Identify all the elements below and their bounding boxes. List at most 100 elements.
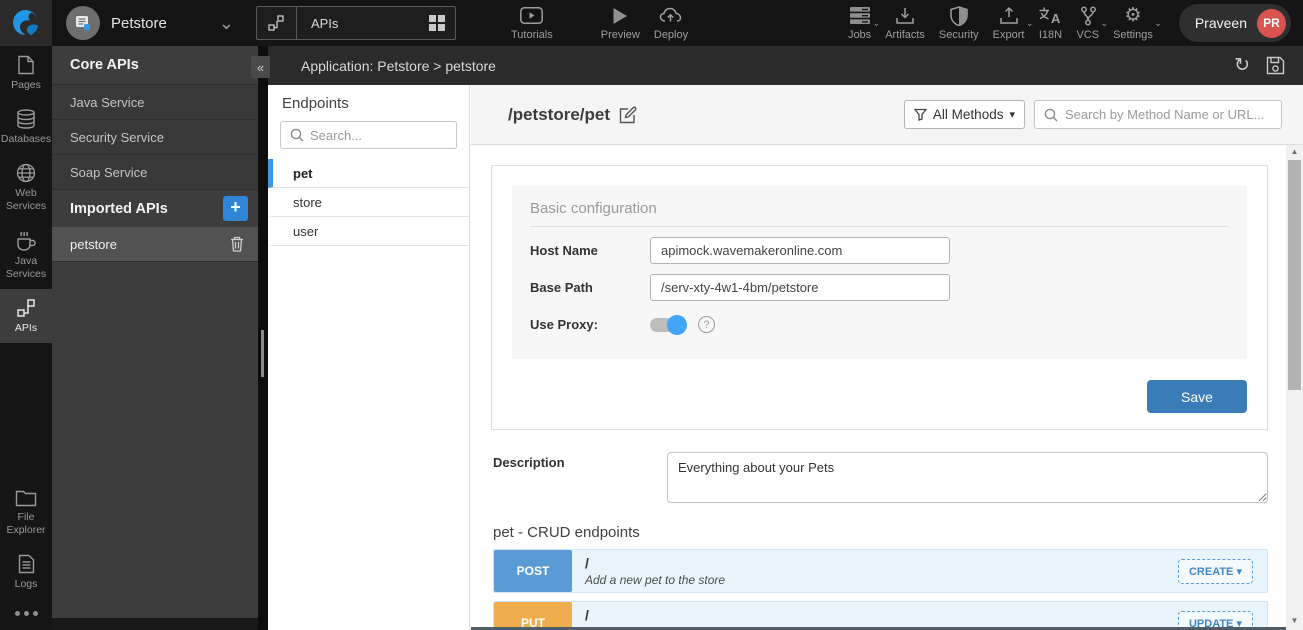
description-textarea[interactable]: Everything about your Pets [667, 452, 1268, 503]
base-path-field[interactable] [650, 274, 950, 301]
topbar-tools: Jobs ⌄ Artifacts Security Export [848, 6, 1153, 41]
crud-row-info: / Update an existing pet [572, 602, 1178, 630]
create-action-button[interactable]: CREATE ▾ [1178, 559, 1253, 584]
jobs-button[interactable]: Jobs ⌄ [848, 6, 871, 41]
trash-icon[interactable] [230, 236, 244, 252]
sidebar-item-java-services[interactable]: Java Services [0, 222, 52, 289]
crud-path: / [585, 555, 1178, 572]
main-panel: /petstore/pet All Methods ▾ Basic config… [471, 85, 1303, 630]
security-button[interactable]: Security [939, 6, 979, 41]
sidebar-footer [52, 618, 258, 630]
tutorials-button[interactable]: Tutorials [511, 6, 553, 41]
breadcrumb-actions: ↻ [1234, 56, 1285, 75]
sidebar-item-pages[interactable]: Pages [0, 46, 52, 100]
vertical-scrollbar[interactable]: ▲ ▼ [1286, 145, 1303, 630]
main-scroll-area: Basic configuration Host Name Base Path … [471, 145, 1286, 630]
chevron-down-icon: ⌄ [1154, 18, 1162, 29]
scroll-down-arrow[interactable]: ▼ [1286, 614, 1303, 628]
artifacts-button[interactable]: Artifacts [885, 6, 925, 41]
database-icon [16, 109, 36, 129]
sidebar-item-databases[interactable]: Databases [0, 100, 52, 154]
description-label: Description [493, 452, 667, 503]
scrollbar-thumb[interactable] [1288, 160, 1301, 390]
petstore-label: petstore [70, 237, 117, 252]
toggle-knob [667, 315, 687, 335]
chevron-down-icon: ⌄ [1101, 18, 1109, 29]
chevron-down-icon[interactable]: ⌄ [219, 14, 234, 32]
grid-icon[interactable] [429, 15, 445, 31]
databases-label: Databases [1, 133, 51, 146]
sidebar-item-web-services[interactable]: Web Services [0, 154, 52, 221]
endpoint-item-pet[interactable]: pet [268, 159, 469, 188]
use-proxy-label: Use Proxy: [530, 317, 650, 332]
workspace-selector[interactable]: APIs [256, 6, 456, 40]
sidebar-item-java-service[interactable]: Java Service [52, 85, 258, 120]
settings-button[interactable]: ⚙ Settings ⌄ [1113, 6, 1153, 41]
base-path-label: Base Path [530, 280, 650, 295]
wavemaker-logo[interactable] [0, 0, 52, 46]
crud-heading: pet - CRUD endpoints [493, 524, 1286, 541]
avatar: PR [1257, 9, 1286, 38]
logs-label: Logs [15, 578, 38, 591]
project-selector[interactable]: Petstore ⌄ [66, 6, 234, 40]
collapse-sidebar-button[interactable]: « [251, 56, 270, 78]
branch-icon [1078, 6, 1098, 26]
chevron-down-icon: ▾ [1236, 566, 1242, 578]
preview-button[interactable]: Preview [601, 6, 640, 41]
pages-label: Pages [11, 79, 41, 92]
methods-filter-dropdown[interactable]: All Methods ▾ [904, 100, 1025, 129]
rail-spacer [0, 343, 52, 480]
sidebar-item-apis[interactable]: APIs [0, 289, 52, 343]
help-icon[interactable]: ? [698, 316, 715, 333]
host-name-label: Host Name [530, 243, 650, 258]
endpoints-search[interactable] [280, 121, 457, 149]
apis-sidebar: Core APIs Java Service Security Service … [52, 46, 258, 630]
host-name-field[interactable] [650, 237, 950, 264]
api-nodes-icon [257, 7, 297, 39]
sidebar-item-file-explorer[interactable]: File Explorer [0, 480, 52, 545]
method-search[interactable] [1034, 100, 1282, 129]
deploy-button[interactable]: Deploy [654, 6, 688, 41]
sidebar-item-security-service[interactable]: Security Service [52, 120, 258, 155]
log-document-icon [18, 554, 35, 574]
description-row: Description Everything about your Pets [493, 452, 1268, 503]
edit-icon[interactable] [619, 106, 637, 124]
method-search-input[interactable] [1065, 107, 1272, 122]
user-menu[interactable]: Praveen PR [1179, 4, 1291, 42]
endpoints-search-input[interactable] [310, 128, 456, 143]
imported-apis-label: Imported APIs [70, 201, 168, 217]
more-icon[interactable] [0, 599, 52, 630]
preview-label: Preview [601, 29, 640, 41]
core-apis-header: Core APIs [52, 46, 258, 85]
use-proxy-toggle[interactable] [650, 318, 684, 332]
i18n-button[interactable]: A I18N [1038, 6, 1062, 41]
translate-icon: A [1038, 6, 1062, 26]
save-button[interactable]: Save [1147, 380, 1247, 413]
export-button[interactable]: Export ⌄ [993, 6, 1025, 41]
method-badge-post: POST [494, 550, 572, 592]
method-badge-put: PUT [494, 602, 572, 630]
scroll-up-arrow[interactable]: ▲ [1286, 145, 1303, 159]
user-name: Praveen [1195, 15, 1247, 31]
refresh-icon[interactable]: ↻ [1234, 56, 1250, 75]
sidebar-scrollbar-thumb[interactable] [261, 330, 264, 377]
deploy-label: Deploy [654, 29, 688, 41]
save-icon[interactable] [1266, 56, 1285, 75]
jobs-label: Jobs [848, 29, 871, 41]
crud-row-post[interactable]: POST / Add a new pet to the store CREATE… [493, 549, 1268, 593]
artifacts-label: Artifacts [885, 29, 925, 41]
sidebar-item-logs[interactable]: Logs [0, 545, 52, 599]
crud-row-put[interactable]: PUT / Update an existing pet UPDATE ▾ [493, 601, 1268, 630]
workspace-label: APIs [297, 16, 429, 31]
add-api-button[interactable]: + [223, 196, 248, 221]
sidebar-item-petstore[interactable]: petstore [52, 227, 258, 262]
app-window: Petstore ⌄ APIs Tutorials Preview [0, 0, 1303, 630]
export-label: Export [993, 29, 1025, 41]
endpoint-item-user[interactable]: user [268, 217, 469, 246]
endpoint-item-store[interactable]: store [268, 188, 469, 217]
vcs-button[interactable]: VCS ⌄ [1076, 6, 1099, 41]
vcs-label: VCS [1076, 29, 1099, 41]
sidebar-item-soap-service[interactable]: Soap Service [52, 155, 258, 190]
svg-text:A: A [1051, 11, 1061, 26]
project-avatar-icon [66, 6, 100, 40]
